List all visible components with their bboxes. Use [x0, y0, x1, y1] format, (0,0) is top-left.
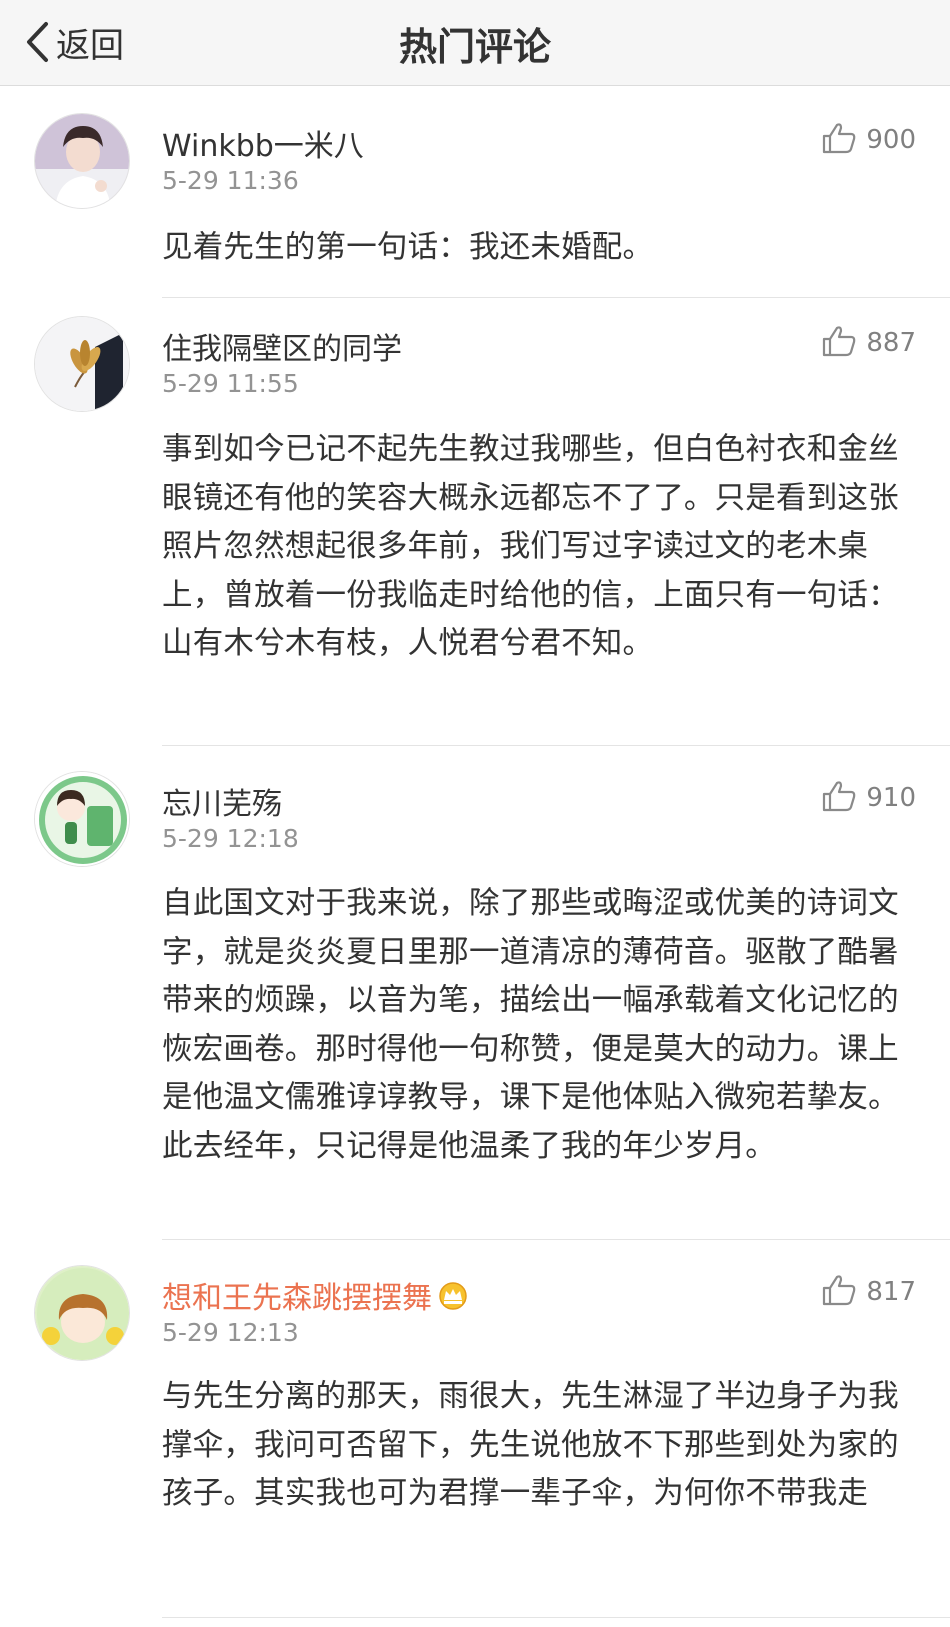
like-button[interactable]: 817 [822, 1274, 916, 1310]
like-button[interactable]: 900 [822, 122, 916, 158]
timestamp: 5-29 11:36 [162, 166, 299, 195]
navigation-bar: 返回 热门评论 [0, 0, 950, 86]
avatar[interactable] [34, 1265, 130, 1361]
timestamp: 5-29 11:55 [162, 369, 299, 398]
like-button[interactable]: 910 [822, 780, 916, 816]
like-button[interactable]: 887 [822, 325, 916, 361]
divider [162, 745, 950, 746]
thumbs-up-icon [822, 122, 856, 158]
username[interactable]: 忘川芜殇 [162, 779, 282, 823]
username[interactable]: Winkbb一米八 [162, 121, 364, 165]
username-vip[interactable]: 想和王先森跳摆摆舞 [162, 1273, 468, 1318]
comment-text: 见着先生的第一句话：我还未婚配。 [162, 230, 654, 265]
crown-icon [438, 1281, 468, 1318]
username-text: 想和王先森跳摆摆舞 [162, 1281, 432, 1316]
divider [162, 1617, 950, 1618]
like-count: 900 [866, 125, 916, 155]
avatar[interactable] [34, 771, 130, 867]
page-title: 热门评论 [398, 25, 551, 69]
comment-text: 与先生分离的那天，雨很大，先生淋湿了半边身子为我撑伞，我问可否留下，先生说他放不… [162, 1379, 899, 1511]
thumbs-up-icon [822, 780, 856, 816]
timestamp: 5-29 12:18 [162, 824, 299, 853]
comment-text: 自此国文对于我来说，除了那些或晦涩或优美的诗词文字，就是炎炎夏日里那一道清凉的薄… [162, 886, 899, 1164]
thumbs-up-icon [822, 1274, 856, 1310]
divider [162, 1239, 950, 1240]
like-count: 910 [866, 783, 916, 813]
divider [162, 297, 950, 298]
like-count: 887 [866, 328, 916, 358]
like-count: 817 [866, 1277, 916, 1307]
comment-text: 事到如今已记不起先生教过我哪些，但白色衬衣和金丝眼镜还有他的笑容大概永远都忘不了… [162, 432, 899, 661]
username[interactable]: 住我隔壁区的同学 [162, 324, 402, 368]
avatar[interactable] [34, 316, 130, 412]
avatar[interactable] [34, 113, 130, 209]
thumbs-up-icon [822, 325, 856, 361]
timestamp: 5-29 12:13 [162, 1318, 299, 1347]
